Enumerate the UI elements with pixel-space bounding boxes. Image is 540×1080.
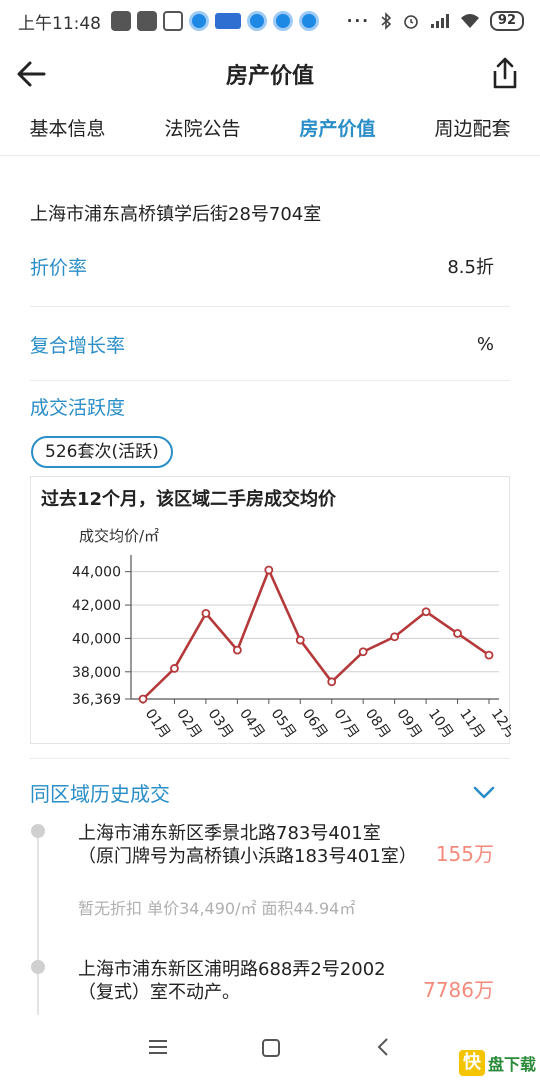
chart-x-tick-label: 07月 bbox=[330, 706, 361, 741]
discount-label: 折价率 bbox=[30, 256, 88, 279]
chart-data-point bbox=[358, 647, 368, 657]
property-address: 上海市浦东高桥镇学后街28号704室 bbox=[30, 204, 322, 225]
chart-y-tick-label: 44,000 bbox=[72, 565, 121, 581]
chevron-down-icon[interactable] bbox=[472, 784, 496, 800]
notification-app-icon bbox=[189, 11, 209, 31]
status-bar: 上午11:48 ··· 92 bbox=[0, 0, 540, 42]
system-nav-bar: 快 盘下载 bbox=[0, 1015, 540, 1080]
divider bbox=[30, 380, 510, 381]
notification-app-icon bbox=[111, 11, 131, 31]
chart-x-tick-label: 04月 bbox=[236, 706, 267, 741]
notification-app-icon bbox=[299, 11, 319, 31]
growth-value: % bbox=[476, 333, 494, 355]
chart-x-tick-label: 05月 bbox=[268, 706, 299, 741]
signal-icon bbox=[430, 14, 449, 28]
watermark-text: 盘下载 bbox=[487, 1055, 536, 1074]
notification-calendar-icon bbox=[163, 11, 183, 31]
activity-badge: 526套次(活跃) bbox=[31, 436, 173, 468]
history-item-address[interactable]: 上海市浦东新区浦明路688弄2号2002（复式）室不动产。 bbox=[78, 958, 408, 1004]
chart-x-tick-label: 09月 bbox=[393, 706, 424, 741]
chart-x-tick-label: 03月 bbox=[205, 706, 236, 741]
history-item-price: 7786万 bbox=[423, 978, 494, 1002]
tab-basic-info[interactable]: 基本信息 bbox=[0, 106, 135, 155]
line-chart-svg: 36,36938,00040,00042,00044,00001月 02月 03月 0… bbox=[72, 555, 511, 741]
chart-data-point bbox=[232, 645, 242, 655]
tab-bar: 基本信息 法院公告 房产价值 周边配套 bbox=[0, 106, 540, 156]
watermark-logo-mark: 快 bbox=[458, 1050, 485, 1076]
nav-back-icon[interactable] bbox=[376, 1037, 390, 1057]
discount-row: 折价率 8.5折 bbox=[30, 246, 510, 286]
chart-data-point bbox=[264, 565, 274, 575]
growth-row: 复合增长率 % bbox=[30, 324, 510, 364]
notification-icons bbox=[111, 11, 319, 31]
chart-y-tick-label: 42,000 bbox=[72, 598, 121, 614]
chart-x-tick-label: 06月 bbox=[299, 706, 330, 741]
notification-app-icon bbox=[273, 11, 293, 31]
timeline-dot bbox=[31, 824, 45, 838]
chart-x-tick-label: 08月 bbox=[362, 706, 393, 741]
chart-data-point bbox=[138, 694, 148, 704]
chart-data-point bbox=[295, 635, 305, 645]
tab-court-notice[interactable]: 法院公告 bbox=[135, 106, 270, 155]
chart-data-point bbox=[484, 650, 494, 660]
history-item-address[interactable]: 上海市浦东新区季景北路783号401室（原门牌号为高桥镇小浜路183号401室） bbox=[78, 822, 417, 868]
share-icon[interactable] bbox=[490, 56, 520, 90]
growth-label: 复合增长率 bbox=[30, 334, 126, 357]
divider bbox=[30, 758, 510, 759]
home-icon[interactable] bbox=[262, 1039, 280, 1057]
menu-icon[interactable] bbox=[148, 1039, 168, 1055]
chart-series-line bbox=[142, 568, 490, 700]
history-item-detail: 暂无折扣 单价34,490/㎡ 面积44.94㎡ bbox=[78, 899, 356, 918]
chart-x-tick-label: 11月 bbox=[456, 706, 487, 741]
timeline-dot bbox=[31, 960, 45, 974]
chart-data-point bbox=[453, 629, 462, 638]
chart-data-point bbox=[327, 677, 337, 687]
chart-x-tick-label: 10月 bbox=[425, 706, 456, 741]
chart-x-tick-label: 01月 bbox=[142, 706, 173, 741]
divider bbox=[30, 306, 510, 307]
battery-icon: 92 bbox=[489, 11, 524, 31]
history-item-price: 155万 bbox=[435, 842, 494, 866]
page-title: 房产价值 bbox=[225, 64, 314, 89]
chart-data-point bbox=[421, 607, 431, 617]
chart-y-tick-label: 38,000 bbox=[72, 665, 121, 681]
chart-y-tick-label: 40,000 bbox=[72, 631, 121, 647]
chart-data-point bbox=[170, 664, 179, 673]
app-header: 房产价值 bbox=[0, 42, 540, 106]
history-timeline bbox=[37, 830, 39, 1020]
chart-data-point bbox=[390, 632, 400, 642]
notification-app-icon bbox=[137, 11, 157, 31]
history-label: 同区域历史成交 bbox=[30, 781, 170, 806]
price-chart: 过去12个月，该区域二手房成交均价 成交均价/㎡ 36,369 38,000 40,… bbox=[30, 476, 511, 744]
chart-x-tick-label: 12月 bbox=[488, 706, 511, 741]
tab-surroundings[interactable]: 周边配套 bbox=[405, 106, 540, 155]
more-notifications-icon: ··· bbox=[346, 12, 370, 30]
notification-app-icon bbox=[247, 11, 267, 31]
chart-x-tick-label: 02月 bbox=[173, 706, 204, 741]
history-header[interactable]: 同区域历史成交 bbox=[30, 772, 510, 812]
chart-data-point bbox=[201, 608, 211, 618]
bluetooth-icon bbox=[381, 12, 392, 30]
watermark-logo: 快 盘下载 bbox=[458, 1050, 536, 1076]
activity-label: 成交活跃度 bbox=[30, 396, 126, 419]
discount-value: 8.5折 bbox=[447, 257, 494, 278]
activity-row: 成交活跃度 bbox=[30, 386, 510, 426]
alarm-icon bbox=[404, 15, 418, 29]
wifi-icon bbox=[460, 14, 479, 28]
back-arrow-icon[interactable] bbox=[14, 56, 50, 92]
tab-property-value[interactable]: 房产价值 bbox=[270, 106, 405, 155]
status-time: 上午11:48 bbox=[18, 13, 101, 34]
chart-y-tick-label: 36,369 bbox=[72, 692, 121, 708]
notification-weibo-icon bbox=[215, 13, 241, 29]
